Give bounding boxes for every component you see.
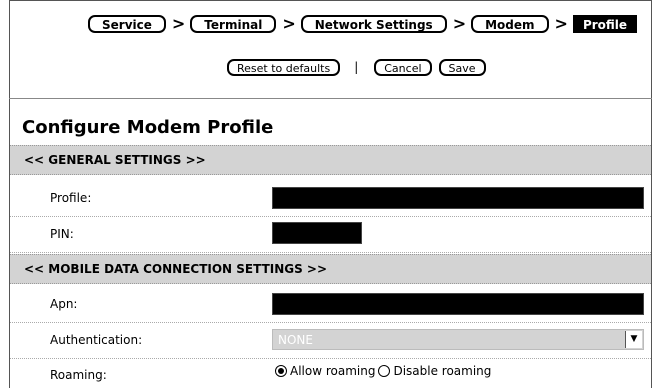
pin-row: PIN: <box>10 218 651 253</box>
header-divider <box>9 98 652 99</box>
breadcrumb-separator: > <box>171 14 186 33</box>
breadcrumb-service[interactable]: Service <box>88 15 166 33</box>
pin-label: PIN: <box>50 227 74 241</box>
action-bar: Reset to defaults | Cancel Save <box>227 57 486 77</box>
pin-input[interactable] <box>272 222 362 244</box>
authentication-select[interactable]: NONE ▼ <box>272 329 644 350</box>
breadcrumb-modem[interactable]: Modem <box>471 15 549 33</box>
breadcrumb: Service > Terminal > Network Settings > … <box>88 13 638 35</box>
breadcrumb-terminal[interactable]: Terminal <box>190 15 277 33</box>
authentication-label: Authentication: <box>50 333 143 347</box>
profile-row: Profile: <box>10 182 651 217</box>
breadcrumb-profile-current: Profile <box>572 15 638 33</box>
profile-label: Profile: <box>50 191 92 205</box>
section-general-settings: << GENERAL SETTINGS >> <box>10 145 651 175</box>
apn-input[interactable] <box>272 293 644 315</box>
save-button[interactable]: Save <box>438 58 486 76</box>
profile-input[interactable] <box>272 187 644 209</box>
roaming-row: Roaming: Allow roaming Disable roaming <box>10 359 651 388</box>
allow-roaming-radio[interactable] <box>275 365 287 377</box>
roaming-label: Roaming: <box>50 368 107 382</box>
cancel-button[interactable]: Cancel <box>374 58 432 76</box>
breadcrumb-separator: > <box>554 14 568 33</box>
disable-roaming-label[interactable]: Disable roaming <box>393 364 491 378</box>
section-mobile-data-connection-settings: << MOBILE DATA CONNECTION SETTINGS >> <box>10 254 651 284</box>
authentication-value: NONE <box>278 333 313 347</box>
roaming-options: Allow roaming Disable roaming <box>275 364 494 378</box>
chevron-down-icon[interactable]: ▼ <box>625 331 642 348</box>
reset-to-defaults-button[interactable]: Reset to defaults <box>227 58 341 76</box>
page-title: Configure Modem Profile <box>22 117 274 138</box>
apn-row: Apn: <box>10 288 651 323</box>
allow-roaming-label[interactable]: Allow roaming <box>290 364 375 378</box>
breadcrumb-network-settings[interactable]: Network Settings <box>300 15 447 33</box>
action-divider: | <box>354 60 359 74</box>
breadcrumb-separator: > <box>452 14 467 33</box>
disable-roaming-radio[interactable] <box>378 365 391 377</box>
breadcrumb-separator: > <box>282 14 296 33</box>
authentication-row: Authentication: NONE ▼ <box>10 324 651 359</box>
apn-label: Apn: <box>50 297 78 311</box>
